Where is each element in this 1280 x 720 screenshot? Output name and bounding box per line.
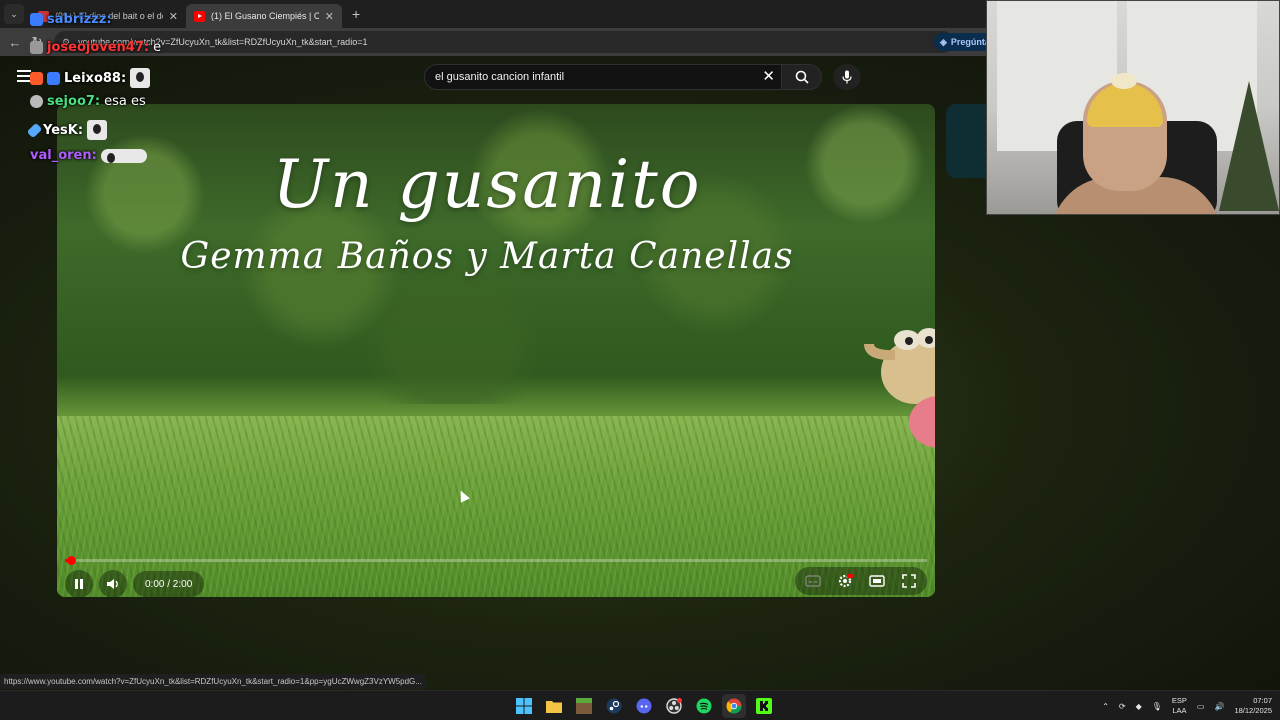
security-shield-icon[interactable]: ◆ [1136, 702, 1142, 711]
input-language[interactable]: ESP LAA [1172, 696, 1187, 716]
search-input[interactable]: el gusanito cancion infantil ✕ [424, 64, 782, 90]
windows-logo-icon [516, 698, 532, 714]
video-title-overlay: Un gusanito [272, 146, 702, 223]
taskbar-steam[interactable] [602, 694, 626, 718]
spotify-icon [696, 698, 712, 714]
taskbar-minecraft[interactable] [572, 694, 596, 718]
theater-mode-icon [869, 575, 885, 587]
subtitles-button[interactable] [801, 569, 825, 593]
taskbar-kick[interactable] [752, 694, 776, 718]
keyboard-layout: LAA [1172, 706, 1187, 715]
steam-icon [606, 698, 622, 714]
clock-date: 18/12/2025 [1234, 706, 1272, 715]
time-display: 0:00 / 2:00 [133, 571, 205, 597]
pause-button[interactable] [65, 570, 93, 597]
link-status-bar: https://www.youtube.com/watch?v=ZfUcyuXn… [0, 674, 426, 689]
folder-icon [546, 701, 562, 713]
hamburger-menu-icon[interactable] [17, 70, 31, 82]
speaker-icon[interactable]: 🔊 [1214, 702, 1224, 711]
obs-icon [666, 698, 682, 714]
fullscreen-icon [902, 574, 916, 588]
windows-taskbar: ⌃ ⟳ ◆ 🎙 ESP LAA ▭ 🔊 07:07 18/12/2025 [0, 690, 1280, 720]
pause-icon [75, 579, 83, 589]
kick-icon [756, 698, 772, 714]
tab-favicon-icon [38, 10, 49, 22]
taskbar-spotify[interactable] [692, 694, 716, 718]
video-progress-bar[interactable] [65, 556, 927, 565]
network-icon[interactable]: ▭ [1197, 702, 1205, 711]
ask-button-label: Pregúnta [950, 37, 990, 47]
browser-tab-1[interactable]: (99+) El dios del bait o el demo ✕ [30, 4, 186, 28]
url-text: youtube.com/watch?v=ZfUcyuXn_tk&list=RDZ… [78, 37, 368, 47]
gear-icon [838, 574, 853, 588]
volume-button[interactable] [99, 570, 127, 597]
microphone-tray-icon[interactable]: 🎙 [1152, 702, 1162, 711]
volume-icon [107, 579, 118, 589]
tab-title: (99+) El dios del bait o el demo [55, 11, 163, 21]
windows-start-button[interactable] [512, 694, 536, 718]
youtube-favicon-icon [194, 10, 205, 22]
tab-close-icon[interactable]: ✕ [169, 10, 178, 23]
tab-close-icon[interactable]: ✕ [325, 10, 334, 23]
tab-title: (1) El Gusano Ciempiés | Ca [211, 11, 319, 21]
show-hidden-icons-chevron-icon[interactable]: ⌃ [1102, 702, 1109, 711]
voice-search-button[interactable] [833, 64, 861, 90]
language-code: ESP [1171, 696, 1187, 705]
taskbar-file-explorer[interactable] [542, 694, 566, 718]
webcam-feed [986, 0, 1280, 215]
player-controls-left: 0:00 / 2:00 [65, 569, 205, 597]
taskbar-obs[interactable] [662, 694, 686, 718]
minecraft-icon [576, 698, 592, 714]
taskbar-apps [512, 694, 776, 718]
site-info-icon[interactable]: ⚙ [62, 37, 70, 48]
address-bar[interactable]: ⚙ youtube.com/watch?v=ZfUcyuXn_tk&list=R… [54, 31, 954, 53]
player-controls-right [795, 567, 927, 595]
taskbar-chrome[interactable] [722, 694, 746, 718]
back-arrow-icon[interactable]: ← [4, 35, 26, 50]
search-button[interactable] [782, 64, 822, 90]
clock-time: 07:07 [1253, 696, 1272, 705]
taskbar-discord[interactable] [632, 694, 656, 718]
search-query: el gusanito cancion infantil [435, 71, 565, 83]
christmas-tree [1219, 81, 1279, 211]
streamer-beanie-pompom [1111, 73, 1137, 89]
microphone-icon [842, 70, 852, 84]
system-tray: ⌃ ⟳ ◆ 🎙 ESP LAA ▭ 🔊 07:07 18/12/2025 [1102, 694, 1272, 718]
settings-button[interactable] [833, 569, 857, 593]
clear-search-icon[interactable]: ✕ [762, 67, 775, 85]
search-icon [795, 70, 809, 84]
video-player[interactable]: Un gusanito Gemma Baños y Marta Canellas [57, 104, 935, 597]
gemini-icon: ◈ [940, 36, 947, 47]
video-subtitle-overlay: Gemma Baños y Marta Canellas [180, 236, 794, 277]
tab-search-chevron-icon[interactable]: ⌄ [4, 4, 24, 24]
browser-tab-2[interactable]: (1) El Gusano Ciempiés | Ca ✕ [186, 4, 342, 28]
fullscreen-button[interactable] [897, 569, 921, 593]
reload-icon[interactable]: ↻ [26, 34, 48, 50]
chrome-icon [726, 698, 742, 714]
clock[interactable]: 07:07 18/12/2025 [1234, 696, 1272, 716]
worm-character [864, 328, 935, 448]
theater-mode-button[interactable] [865, 569, 889, 593]
subtitles-icon [805, 575, 821, 587]
new-tab-button[interactable]: + [352, 6, 360, 22]
sync-icon[interactable]: ⟳ [1119, 702, 1126, 711]
discord-icon [636, 698, 652, 714]
